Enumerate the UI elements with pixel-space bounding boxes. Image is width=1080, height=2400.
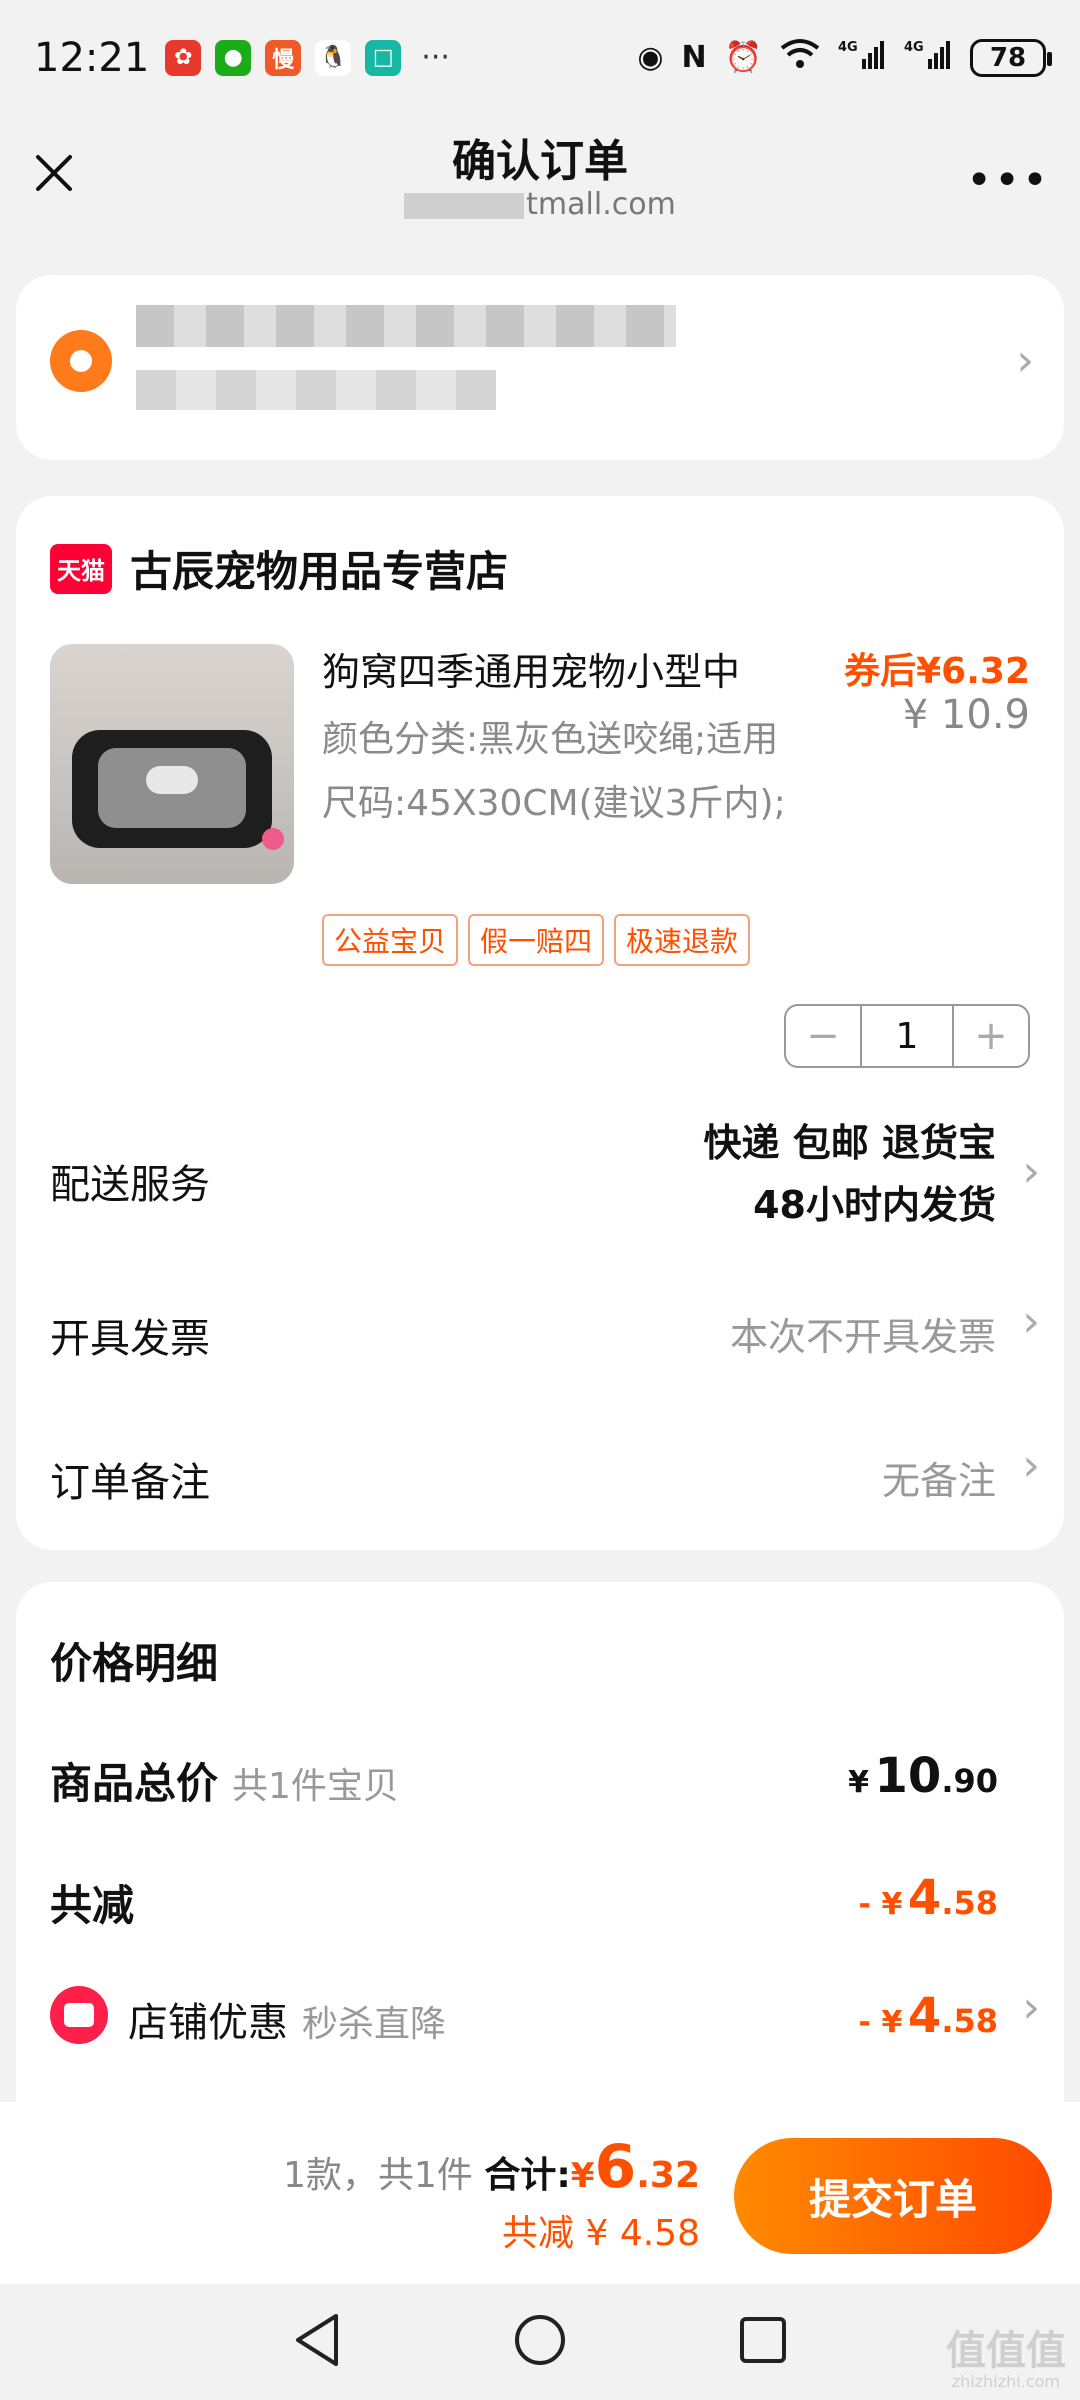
blurred-contact-line xyxy=(136,370,496,410)
order-summary: 1款，共1件 合计:¥6.32 xyxy=(283,2132,700,2202)
delivery-row[interactable]: 快递 包邮 退货宝 48小时内发货 xyxy=(704,1112,996,1236)
price-detail-header: 价格明细 xyxy=(50,1639,219,1688)
page-title: 确认订单 xyxy=(452,136,628,187)
qq-icon: 🐧 xyxy=(315,39,352,76)
submit-order-button[interactable]: 提交订单 xyxy=(734,2138,1052,2254)
xiaohongshu-icon: ✿ xyxy=(165,39,202,76)
location-icon xyxy=(50,330,112,392)
page-subtitle: tmall.com xyxy=(0,187,1080,222)
chevron-right-icon: › xyxy=(1016,335,1034,386)
home-icon[interactable] xyxy=(512,2312,568,2372)
watermark-logo: 值值值 xyxy=(946,2328,1066,2374)
4g-signal-icon: 4G xyxy=(904,37,952,79)
notification-icons: ✿ ● 慢 🐧 □ ··· xyxy=(165,39,450,76)
order-card: 天猫 古辰宠物用品专营店 狗窝四季通用宠物小型中 颜色分类:黑灰色送咬绳;适用尺… xyxy=(16,496,1064,1550)
shop-coupon-icon xyxy=(50,1986,108,2044)
4g-signal-icon: 4G xyxy=(838,37,886,79)
more-notifications-icon: ··· xyxy=(421,40,450,75)
status-bar: 12:21 ✿ ● 慢 🐧 □ ··· ◉ N ⏰ 4G 4G 78 xyxy=(0,0,1080,115)
total-value: ¥6.32 xyxy=(570,2132,700,2202)
blurred-domain xyxy=(404,192,525,219)
nfc-icon: N xyxy=(681,40,707,75)
svg-text:4G: 4G xyxy=(904,40,924,55)
chevron-right-icon: › xyxy=(1022,1296,1040,1347)
tmall-logo-icon: 天猫 xyxy=(50,543,112,594)
nav-bar: 确认订单 tmall.com ••• xyxy=(0,115,1080,245)
delivery-time: 48小时内发货 xyxy=(753,1183,996,1227)
total-label: 合计: xyxy=(484,2155,571,2196)
reduce-value: - ¥ 4.58 xyxy=(859,1870,998,1926)
remark-value[interactable]: 无备注 xyxy=(882,1450,996,1505)
shop-discount-row[interactable]: 店铺优惠 秒杀直降 xyxy=(128,1990,446,2048)
submit-bar: 1款，共1件 合计:¥6.32 共减 ¥ 4.58 提交订单 xyxy=(0,2102,1080,2284)
chevron-right-icon: › xyxy=(1022,1146,1040,1197)
shop-name: 古辰宠物用品专营店 xyxy=(130,547,509,596)
app-man-icon: 慢 xyxy=(265,39,302,76)
product-spec: 颜色分类:黑灰色送咬绳;适用尺码:45X30CM(建议3斤内); xyxy=(322,719,786,824)
delivery-method: 快递 包邮 退货宝 xyxy=(703,1121,996,1165)
chevron-right-icon: › xyxy=(1022,1982,1040,2033)
product-title[interactable]: 狗窝四季通用宠物小型中 xyxy=(322,641,782,696)
total-int: 10 xyxy=(874,1748,942,1804)
tag-fast-refund: 极速退款 xyxy=(614,914,751,966)
subtitle-text: tmall.com xyxy=(526,187,676,222)
reduce-prefix: - ¥ xyxy=(858,1887,903,1922)
shop-discount-label: 店铺优惠 xyxy=(128,2000,288,2046)
wechat-icon: ● xyxy=(215,39,252,76)
alarm-icon: ⏰ xyxy=(724,40,762,75)
total-price-value: ¥ 10.90 xyxy=(848,1748,998,1804)
eye-icon: ◉ xyxy=(637,40,664,75)
blurred-address-line xyxy=(136,305,676,347)
address-card[interactable]: › xyxy=(16,275,1064,460)
reduce-int: 4 xyxy=(907,1870,942,1926)
quantity-stepper: − 1 + xyxy=(784,1004,1030,1068)
chevron-right-icon: › xyxy=(1022,1440,1040,1491)
shop-discount-int: 4 xyxy=(907,1988,942,2044)
invoice-value[interactable]: 本次不开具发票 xyxy=(730,1306,996,1361)
tag-authentic: 假一赔四 xyxy=(468,914,605,966)
price-detail-card: 价格明细 商品总价 共1件宝贝 ¥ 10.90 共减 - ¥ 4.58 店铺优惠秒… xyxy=(16,1582,1064,2102)
total-int: 6 xyxy=(594,2132,637,2202)
delivery-label: 配送服务 xyxy=(50,1162,210,1208)
quantity-value[interactable]: 1 xyxy=(860,1006,954,1066)
total-dec: .32 xyxy=(636,2155,700,2196)
shop-discount-dec: .58 xyxy=(941,2002,998,2040)
shop-row[interactable]: 天猫 古辰宠物用品专营店 xyxy=(50,538,508,599)
toy-ball xyxy=(262,828,284,850)
service-tags: 公益宝贝 假一赔四 极速退款 xyxy=(322,914,751,966)
system-nav-bar xyxy=(0,2284,1080,2400)
total-reduce: 共减 ¥ 4.58 xyxy=(502,2213,700,2254)
watermark-url: zhizhizhi.com xyxy=(951,2372,1060,2391)
mi-icon: □ xyxy=(365,39,402,76)
tag-charity: 公益宝贝 xyxy=(322,914,459,966)
remark-label: 订单备注 xyxy=(50,1460,210,1506)
increase-button[interactable]: + xyxy=(954,1006,1028,1066)
invoice-label: 开具发票 xyxy=(50,1316,210,1362)
reduce-dec: .58 xyxy=(941,1884,998,1922)
shop-discount-prefix: - ¥ xyxy=(858,2005,903,2040)
back-icon[interactable] xyxy=(292,2312,342,2372)
price-after-coupon: 券后¥6.32 xyxy=(844,651,1030,692)
status-time: 12:21 xyxy=(34,34,150,81)
total-item-count: 共1件宝贝 xyxy=(232,1766,399,1807)
reduce-label: 共减 xyxy=(50,1881,135,1930)
total-dec: .90 xyxy=(941,1762,998,1800)
bed-bone-pillow xyxy=(146,766,198,794)
decrease-button[interactable]: − xyxy=(786,1006,860,1066)
recents-icon[interactable] xyxy=(738,2315,788,2369)
original-price: ¥ 10.9 xyxy=(902,692,1030,738)
total-yen: ¥ xyxy=(570,2156,595,2196)
yen-symbol: ¥ xyxy=(848,1765,869,1800)
total-price-row: 商品总价 共1件宝贝 xyxy=(50,1750,399,1811)
shop-discount-value: - ¥ 4.58 xyxy=(859,1988,998,2044)
item-count: 1款，共1件 xyxy=(283,2155,473,2196)
more-options-icon[interactable]: ••• xyxy=(966,155,1050,206)
svg-text:4G: 4G xyxy=(838,40,858,55)
battery-indicator: 78 xyxy=(970,38,1052,77)
shop-discount-sub: 秒杀直降 xyxy=(302,2004,447,2045)
product-image[interactable] xyxy=(50,644,294,884)
total-price-label: 商品总价 xyxy=(50,1759,219,1808)
wifi-icon xyxy=(780,38,820,78)
